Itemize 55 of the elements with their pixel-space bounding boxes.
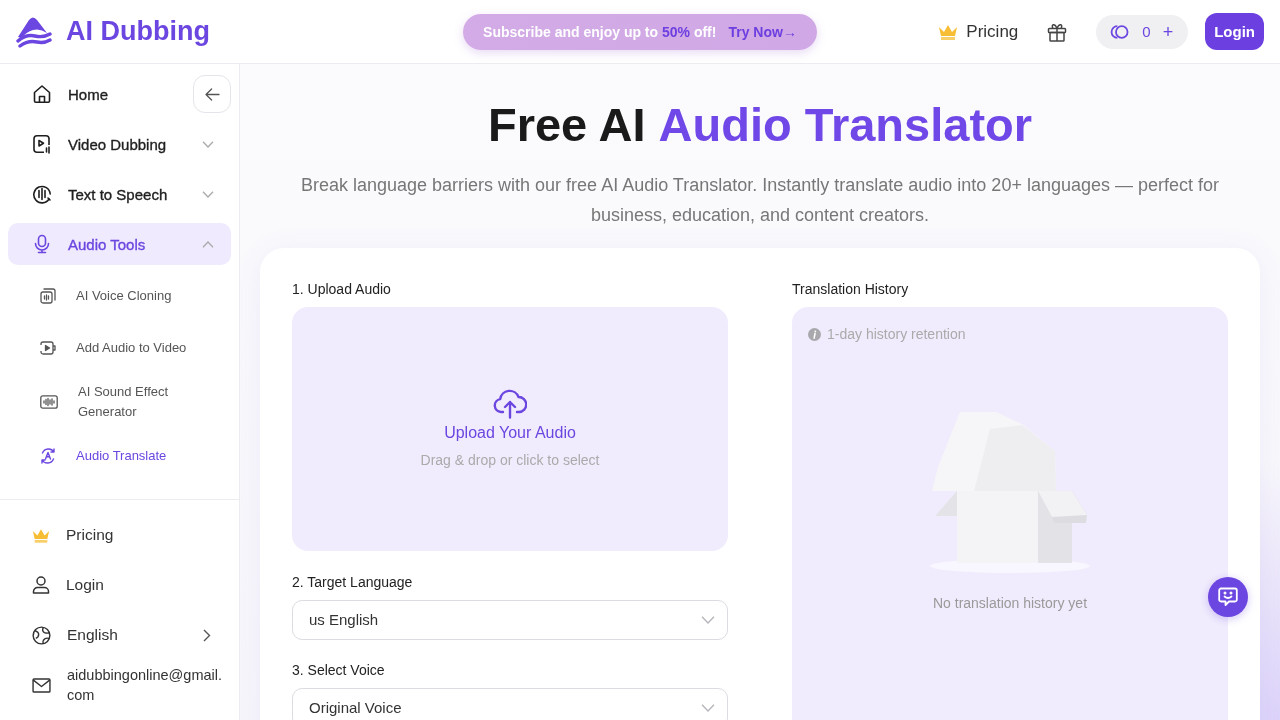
chat-smile-icon bbox=[1218, 587, 1238, 607]
empty-history-text: No translation history yet bbox=[932, 594, 1088, 613]
voice-select[interactable]: Original Voice bbox=[292, 688, 728, 720]
upload-title: Upload Your Audio bbox=[444, 422, 576, 443]
sidebar-footer-item[interactable]: English bbox=[8, 614, 231, 656]
logo-icon bbox=[16, 15, 52, 48]
sidebar-subitem[interactable]: AI Voice Cloning bbox=[8, 275, 231, 317]
sidebar-item[interactable]: Video Dubbing bbox=[8, 123, 231, 165]
video-play-icon bbox=[40, 341, 56, 355]
sidebar-item[interactable]: Text to Speech bbox=[8, 173, 231, 215]
coin-icon bbox=[1110, 23, 1131, 40]
pricing-link[interactable]: Pricing bbox=[938, 21, 1019, 42]
mail-icon bbox=[32, 677, 51, 693]
sidebar-footer-item[interactable]: Pricing bbox=[8, 514, 231, 556]
history-title: Translation History bbox=[792, 280, 910, 299]
chevron-down-icon bbox=[701, 616, 715, 624]
login-button[interactable]: Login bbox=[1205, 13, 1264, 50]
credit-count: 0 bbox=[1142, 23, 1151, 40]
microphone-icon bbox=[32, 234, 52, 254]
voice-label: 3. Select Voice bbox=[292, 661, 386, 680]
sidebar-footer-item[interactable]: Login bbox=[8, 564, 231, 606]
language-label: 2. Target Language bbox=[292, 573, 414, 592]
sidebar-footer-item[interactable]: aidubbingonline@gmail.com bbox=[8, 664, 231, 706]
retention-note: 1-day history retention bbox=[827, 325, 966, 344]
promo-text: Subscribe and enjoy up to 50% off! bbox=[483, 23, 717, 40]
stacked-waveform-icon bbox=[40, 288, 56, 304]
chevron-down-icon bbox=[701, 704, 715, 712]
sidebar-item[interactable]: Audio Tools bbox=[8, 223, 231, 265]
info-icon bbox=[808, 327, 821, 341]
page-subtitle: Break language barriers with our free AI Audio Translator. Instantly translate audio into 20+ languages — perfect for business, education, and content creators. bbox=[299, 174, 1220, 227]
sidebar-item[interactable]: Home bbox=[8, 73, 185, 115]
waveform-icon bbox=[40, 395, 58, 409]
sidebar-subitem[interactable]: Add Audio to Video bbox=[8, 327, 231, 369]
video-play-icon bbox=[32, 134, 52, 154]
globe-icon bbox=[32, 625, 51, 645]
collapse-sidebar-button[interactable] bbox=[193, 75, 231, 113]
sidebar-subitem[interactable]: AI Sound Effect Generator bbox=[8, 379, 231, 425]
translate-icon bbox=[40, 448, 56, 464]
cloud-upload-icon bbox=[493, 388, 527, 419]
sidebar-subitem[interactable]: Audio Translate bbox=[8, 435, 231, 477]
crown-icon bbox=[938, 23, 959, 40]
user-icon bbox=[32, 576, 50, 594]
home-icon bbox=[32, 84, 52, 104]
add-credits-button[interactable]: + bbox=[1162, 22, 1174, 41]
gift-icon[interactable] bbox=[1047, 21, 1068, 42]
logo-text: AI Dubbing bbox=[66, 16, 210, 47]
upload-dropzone[interactable]: Upload Your Audio Drag & drop or click to select bbox=[292, 307, 728, 551]
crown-icon bbox=[32, 527, 50, 543]
language-select[interactable]: us English bbox=[292, 600, 728, 640]
arrow-left-icon bbox=[204, 87, 220, 101]
chevron-right-icon bbox=[203, 628, 211, 642]
voice-wave-icon bbox=[32, 184, 52, 204]
upload-label: 1. Upload Audio bbox=[292, 280, 392, 299]
page-title: Free AI Audio Translator bbox=[487, 97, 1033, 153]
upload-hint: Drag & drop or click to select bbox=[420, 450, 600, 470]
